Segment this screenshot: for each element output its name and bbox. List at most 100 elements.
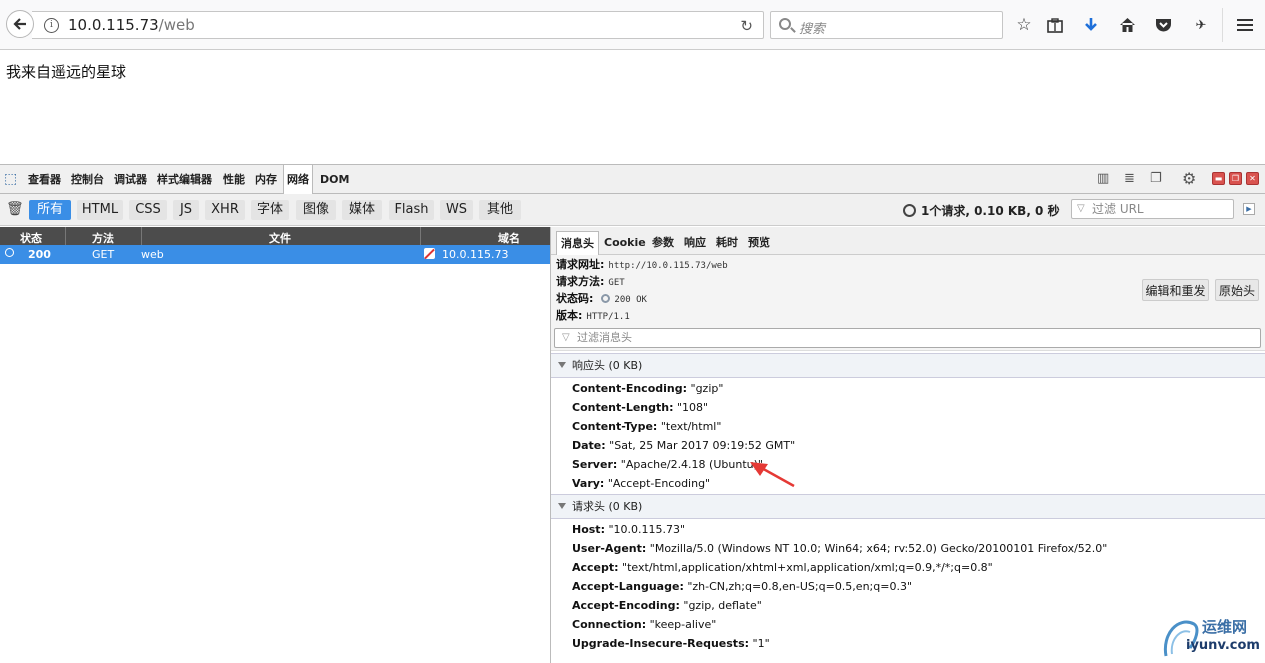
reload-icon[interactable]: ↻ xyxy=(740,17,753,35)
minimize-icon[interactable]: ▬ xyxy=(1212,172,1225,185)
raw-headers-button[interactable]: 原始头 xyxy=(1215,279,1259,301)
column-domain[interactable]: 域名 xyxy=(498,230,520,246)
request-header-line: Accept-Language: "zh-CN,zh;q=0.8,en-US;q… xyxy=(572,580,913,593)
status-code-line: 状态码: 200 OK xyxy=(556,292,647,305)
page-content-text: 我来自遥远的星球 xyxy=(6,63,127,81)
request-header-line: Connection: "keep-alive" xyxy=(572,618,717,631)
edit-resend-button[interactable]: 编辑和重发 xyxy=(1142,279,1209,301)
search-bar[interactable]: 搜索 xyxy=(770,11,1003,39)
row-domain: 10.0.115.73 xyxy=(442,248,509,261)
column-status[interactable]: 状态 xyxy=(20,230,42,246)
chevron-down-icon xyxy=(558,362,566,368)
tab-performance[interactable]: 性能 xyxy=(220,165,248,194)
home-icon[interactable] xyxy=(1116,14,1138,36)
response-header-line: Content-Encoding: "gzip" xyxy=(572,382,724,395)
url-bar[interactable]: i 10.0.115.73/web ↻ xyxy=(32,11,764,39)
filter-media-button[interactable]: 媒体 xyxy=(342,200,382,220)
tab-response[interactable]: 响应 xyxy=(680,231,710,255)
filter-other-button[interactable]: 其他 xyxy=(479,200,521,220)
request-header-line: Accept: "text/html,application/xhtml+xml… xyxy=(572,561,993,574)
tab-memory[interactable]: 内存 xyxy=(252,165,280,194)
tab-dom[interactable]: DOM xyxy=(317,165,352,194)
tab-debugger[interactable]: 调试器 xyxy=(111,165,150,194)
filter-xhr-button[interactable]: XHR xyxy=(205,200,245,220)
tab-headers[interactable]: 消息头 xyxy=(556,231,599,256)
response-header-line: Date: "Sat, 25 Mar 2017 09:19:52 GMT" xyxy=(572,439,796,452)
filter-fonts-button[interactable]: 字体 xyxy=(251,200,289,220)
devtools-tabbar: ⬚ 查看器 控制台 调试器 样式编辑器 性能 内存 网络 DOM ▥ ≣ ❐ ⚙… xyxy=(0,164,1265,195)
download-icon[interactable] xyxy=(1080,14,1102,36)
close-icon[interactable]: ✕ xyxy=(1246,172,1259,185)
header-filter-input[interactable]: 过滤消息头 xyxy=(554,328,1261,348)
url-text[interactable]: 10.0.115.73/web xyxy=(68,16,195,34)
status-dot-icon xyxy=(5,248,14,257)
split-console-icon[interactable]: ≣ xyxy=(1124,171,1135,186)
extension-icon[interactable]: ✈ xyxy=(1190,14,1212,36)
separate-window-icon[interactable]: ❐ xyxy=(1150,171,1162,186)
row-method: GET xyxy=(92,248,115,261)
details-tabbar: 消息头 Cookie 参数 响应 耗时 预览 xyxy=(551,227,1265,256)
column-method[interactable]: 方法 xyxy=(92,230,114,246)
filter-ws-button[interactable]: WS xyxy=(440,200,473,220)
status-ring-icon xyxy=(601,294,611,303)
arrow-left-icon xyxy=(13,18,26,30)
request-header-line: Host: "10.0.115.73" xyxy=(572,523,686,536)
row-status: 200 xyxy=(28,248,51,261)
filter-all-button[interactable]: 所有 xyxy=(29,200,71,220)
pocket-icon[interactable] xyxy=(1152,14,1174,36)
column-file[interactable]: 文件 xyxy=(269,230,291,246)
toggle-sidebar-icon[interactable]: ▶ xyxy=(1243,203,1255,215)
chevron-down-icon xyxy=(558,503,566,509)
toolbar-divider xyxy=(1222,8,1223,42)
response-header-line: Vary: "Accept-Encoding" xyxy=(572,477,711,490)
browser-toolbar: i 10.0.115.73/web ↻ 搜索 ☆ ✈ xyxy=(0,0,1265,50)
info-icon[interactable]: i xyxy=(44,18,59,33)
tab-cookies[interactable]: Cookie xyxy=(600,231,650,255)
request-summary: 1个请求, 0.10 KB, 0 秒 xyxy=(903,202,1060,219)
tab-console[interactable]: 控制台 xyxy=(68,165,107,194)
response-header-line: Content-Type: "text/html" xyxy=(572,420,722,433)
request-url-line: 请求网址: http://10.0.115.73/web xyxy=(556,258,728,271)
annotation-arrow-icon xyxy=(750,462,795,488)
reading-list-icon[interactable] xyxy=(1044,14,1066,36)
bookmark-star-icon[interactable]: ☆ xyxy=(1013,14,1035,36)
request-header-line: Accept-Encoding: "gzip, deflate" xyxy=(572,599,762,612)
filter-html-button[interactable]: HTML xyxy=(77,200,123,220)
tab-network[interactable]: 网络 xyxy=(283,165,313,195)
request-header-line: User-Agent: "Mozilla/5.0 (Windows NT 10.… xyxy=(572,542,1108,555)
trash-icon[interactable]: 🗑 xyxy=(6,201,24,217)
filter-css-button[interactable]: CSS xyxy=(129,200,167,220)
response-header-line: Server: "Apache/2.4.18 (Ubuntu)" xyxy=(572,458,763,471)
dock-side-icon[interactable]: ▥ xyxy=(1097,171,1109,186)
tab-timings[interactable]: 耗时 xyxy=(712,231,742,255)
insecure-lock-icon xyxy=(424,248,435,259)
stopwatch-icon xyxy=(903,204,916,217)
gear-icon[interactable]: ⚙ xyxy=(1182,169,1196,188)
table-row[interactable]: 200 GET web 10.0.115.73 xyxy=(0,245,551,264)
filter-images-button[interactable]: 图像 xyxy=(296,200,336,220)
back-button[interactable] xyxy=(6,10,34,38)
search-icon xyxy=(779,18,791,30)
tab-preview[interactable]: 预览 xyxy=(744,231,774,255)
tab-style-editor[interactable]: 样式编辑器 xyxy=(154,165,215,194)
url-filter-input[interactable]: 过滤 URL xyxy=(1071,199,1234,219)
filter-js-button[interactable]: JS xyxy=(173,200,199,220)
request-headers-section[interactable]: 请求头 (0 KB) xyxy=(551,494,1265,519)
restore-icon[interactable]: ❐ xyxy=(1229,172,1242,185)
response-header-line: Content-Length: "108" xyxy=(572,401,709,414)
request-header-line: Upgrade-Insecure-Requests: "1" xyxy=(572,637,770,650)
request-summary-box: 请求网址: http://10.0.115.73/web 请求方法: GET 状态码… xyxy=(551,255,1265,351)
tab-params[interactable]: 参数 xyxy=(648,231,678,255)
version-line: 版本: HTTP/1.1 xyxy=(556,309,630,322)
filter-flash-button[interactable]: Flash xyxy=(389,200,434,220)
row-file: web xyxy=(141,248,164,261)
response-headers-section[interactable]: 响应头 (0 KB) xyxy=(551,353,1265,378)
request-table-header: 状态 方法 文件 域名 xyxy=(0,227,551,245)
menu-icon[interactable] xyxy=(1234,14,1256,36)
watermark-logo: 运维网 iyunv.com xyxy=(1160,614,1260,658)
tab-inspector[interactable]: 查看器 xyxy=(25,165,64,194)
request-method-line: 请求方法: GET xyxy=(556,275,625,288)
network-filter-bar: 🗑 所有 HTML CSS JS XHR 字体 图像 媒体 Flash WS 其… xyxy=(0,194,1265,226)
element-picker-icon[interactable]: ⬚ xyxy=(4,171,17,187)
search-placeholder: 搜索 xyxy=(799,22,826,37)
